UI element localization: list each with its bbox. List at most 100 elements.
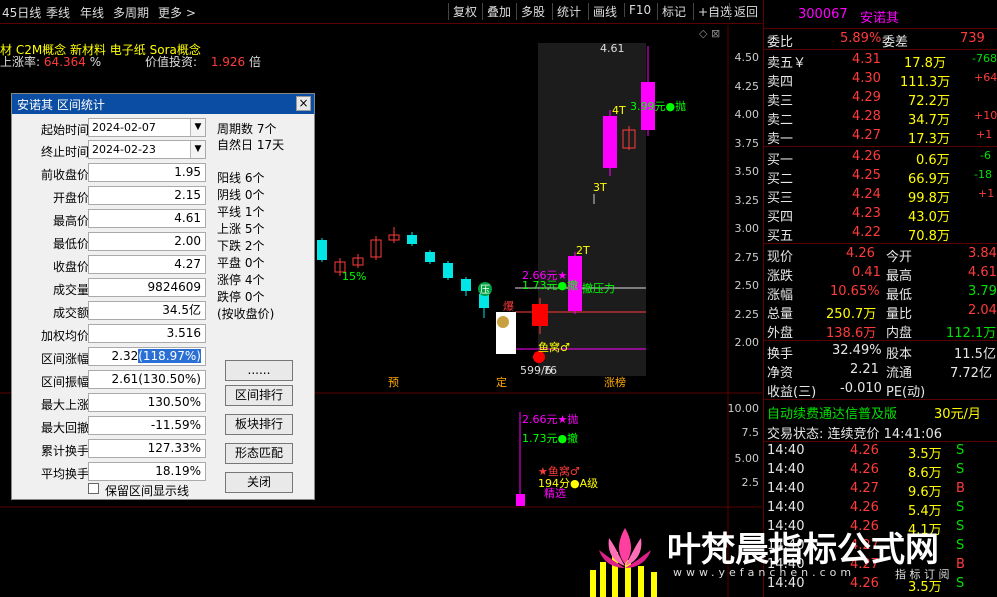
field-label: 平均换手 xyxy=(40,467,89,481)
tab-multiperiod[interactable]: 多周期 xyxy=(113,4,149,21)
field-label: 成交额 xyxy=(52,306,89,320)
money-marker xyxy=(497,316,509,328)
field-value: 130.50% xyxy=(88,393,206,412)
start-time-select[interactable]: 2024-02-07 ▼ xyxy=(88,118,206,137)
btn-huaxian[interactable]: 画线 xyxy=(588,3,617,20)
ind-yuwo: ★鱼窝♂ xyxy=(538,464,580,478)
stat-up: 上涨 5个 xyxy=(217,222,265,236)
high-label: 4.61 xyxy=(600,42,625,55)
tick-row: 14:40 4.26 5.4万 S xyxy=(767,500,965,519)
close-button[interactable]: 关闭 xyxy=(225,472,293,493)
ind-173: 1.73元●撤 xyxy=(522,431,578,445)
tab-more[interactable]: 更多 > xyxy=(158,4,196,21)
candle xyxy=(461,279,471,291)
dialog-title: 安诺其 区间统计 × xyxy=(12,94,314,114)
field-label: 收盘价 xyxy=(52,260,89,274)
field-value: 3.516 xyxy=(88,324,206,343)
quote-panel: 300067 安诺其 委比 5.89% 委差 739 卖五￥ 4.31 17.8万 -768 … xyxy=(763,0,997,597)
btn-back[interactable]: 返回 xyxy=(729,3,758,20)
btn-diejia[interactable]: 叠加 xyxy=(482,3,511,20)
end-time-select[interactable]: 2024-02-23 ▼ xyxy=(88,140,206,159)
candle xyxy=(479,294,489,308)
rise-line: 上涨率: 64.364 % 价值投资: 1.926 倍 xyxy=(0,55,262,69)
vtick-0: 10.00 xyxy=(728,402,760,415)
ann-2t: 2T xyxy=(576,244,590,257)
ind-266: 2.66元★抛 xyxy=(522,412,578,426)
chart-toolbar: 45日线 季线 年线 多周期 更多 > 复权 叠加 多股 统计 画线 F10 标… xyxy=(0,0,762,24)
watermark-sub: 指 标 订 阅 xyxy=(895,568,950,581)
stock-code: 300067 xyxy=(798,7,848,22)
ytick-1: 4.25 xyxy=(735,80,760,93)
field-label: 最大回撤 xyxy=(40,421,89,435)
weicha-value: 739 xyxy=(960,31,985,46)
stat-limitdown: 跌停 0个 xyxy=(217,290,265,304)
bid-row: 买四 4.23 43.0万 xyxy=(767,206,950,225)
ytick-9: 2.25 xyxy=(735,308,760,321)
start-time-label: 起始时间 xyxy=(40,123,89,137)
ann-3t: 3T xyxy=(593,181,607,194)
stat-limitup: 涨停 4个 xyxy=(217,273,265,287)
pattern-match-button[interactable]: 形态匹配 xyxy=(225,443,293,464)
ann-ya: 压 xyxy=(480,284,490,296)
ind-jingxuan: 精选 xyxy=(544,487,566,500)
tab-year[interactable]: 年线 xyxy=(80,4,104,21)
tag-yu: 预 xyxy=(388,376,399,389)
range-rank-button[interactable]: 区间排行 xyxy=(225,385,293,406)
stat-even: 平盘 0个 xyxy=(217,256,265,270)
stat-yin: 阴线 0个 xyxy=(217,188,265,202)
ad-banner[interactable]: 自动续费通达信普及版 30元/月 xyxy=(764,402,997,422)
ind-bar xyxy=(516,494,525,506)
tick-row: 14:40 4.26 3.5万 S xyxy=(767,443,965,462)
btn-fuquan[interactable]: 复权 xyxy=(448,3,477,20)
ask-row: 卖二 4.28 34.7万 +10 xyxy=(767,109,997,128)
field-value: 2.00 xyxy=(88,232,206,251)
ann-yuwo: 鱼窝♂ xyxy=(538,340,570,354)
stat-periods: 周期数 7个 xyxy=(217,122,277,136)
chevron-down-icon: ▼ xyxy=(190,119,205,136)
ytick-10: 2.00 xyxy=(735,336,760,349)
btn-duogu[interactable]: 多股 xyxy=(516,3,545,20)
ask-row: 卖五￥ 4.31 17.8万 -768 xyxy=(767,52,997,71)
field-label: 区间振幅 xyxy=(40,375,89,389)
btn-biaoji[interactable]: 标记 xyxy=(657,3,686,20)
field-label: 开盘价 xyxy=(52,191,89,205)
more-button[interactable]: ...... xyxy=(225,360,293,381)
ytick-3: 3.75 xyxy=(735,137,760,150)
bid-row: 买二 4.25 66.9万 -18 xyxy=(767,168,992,187)
field-label: 最高价 xyxy=(52,214,89,228)
btn-zixuan[interactable]: +自选 xyxy=(693,3,732,20)
field-value: 34.5亿 xyxy=(88,301,206,320)
stat-note: (按收盘价) xyxy=(217,307,275,321)
btn-tongji[interactable]: 统计 xyxy=(552,3,581,20)
bid-row: 买一 4.26 0.6万 -6 xyxy=(767,149,991,168)
ytick-4: 3.50 xyxy=(735,165,760,178)
tab-45day[interactable]: 45日线 xyxy=(2,4,41,21)
candle xyxy=(443,263,453,278)
candle xyxy=(603,116,617,168)
keep-range-checkbox[interactable] xyxy=(88,483,99,494)
lotus-logo-icon xyxy=(599,528,651,568)
ytick-0: 4.50 xyxy=(735,51,760,64)
candle xyxy=(407,235,417,244)
field-value: 127.33% xyxy=(88,439,206,458)
tab-season[interactable]: 季线 xyxy=(46,4,70,21)
stat-days: 自然日 17天 xyxy=(217,138,285,152)
field-value: 4.61 xyxy=(88,209,206,228)
watermark-url: www.yefanchen.com xyxy=(673,566,856,579)
field-value: 9824609 xyxy=(88,278,206,297)
candle xyxy=(317,240,327,260)
vtick-1: 7.5 xyxy=(742,426,760,439)
range-value[interactable]: 2.32(118.97%) xyxy=(88,347,206,366)
tick-row: 14:40 4.27 9.6万 B xyxy=(767,481,965,500)
diamond-icon: ◇ ⊠ xyxy=(699,27,720,40)
field-value: 18.19% xyxy=(88,462,206,481)
stock-name: 安诺其 xyxy=(860,11,900,26)
sector-rank-button[interactable]: 板块排行 xyxy=(225,414,293,435)
close-icon[interactable]: × xyxy=(296,96,311,111)
field-label: 最低价 xyxy=(52,237,89,251)
btn-f10[interactable]: F10 xyxy=(624,3,651,17)
field-value: 4.27 xyxy=(88,255,206,274)
ann-15pct: 15% xyxy=(342,270,366,283)
range-label: 区间涨幅 xyxy=(40,352,89,366)
watermark: 叶梵晨指标公式网 www.yefanchen.com 指 标 订 阅 xyxy=(595,520,995,597)
